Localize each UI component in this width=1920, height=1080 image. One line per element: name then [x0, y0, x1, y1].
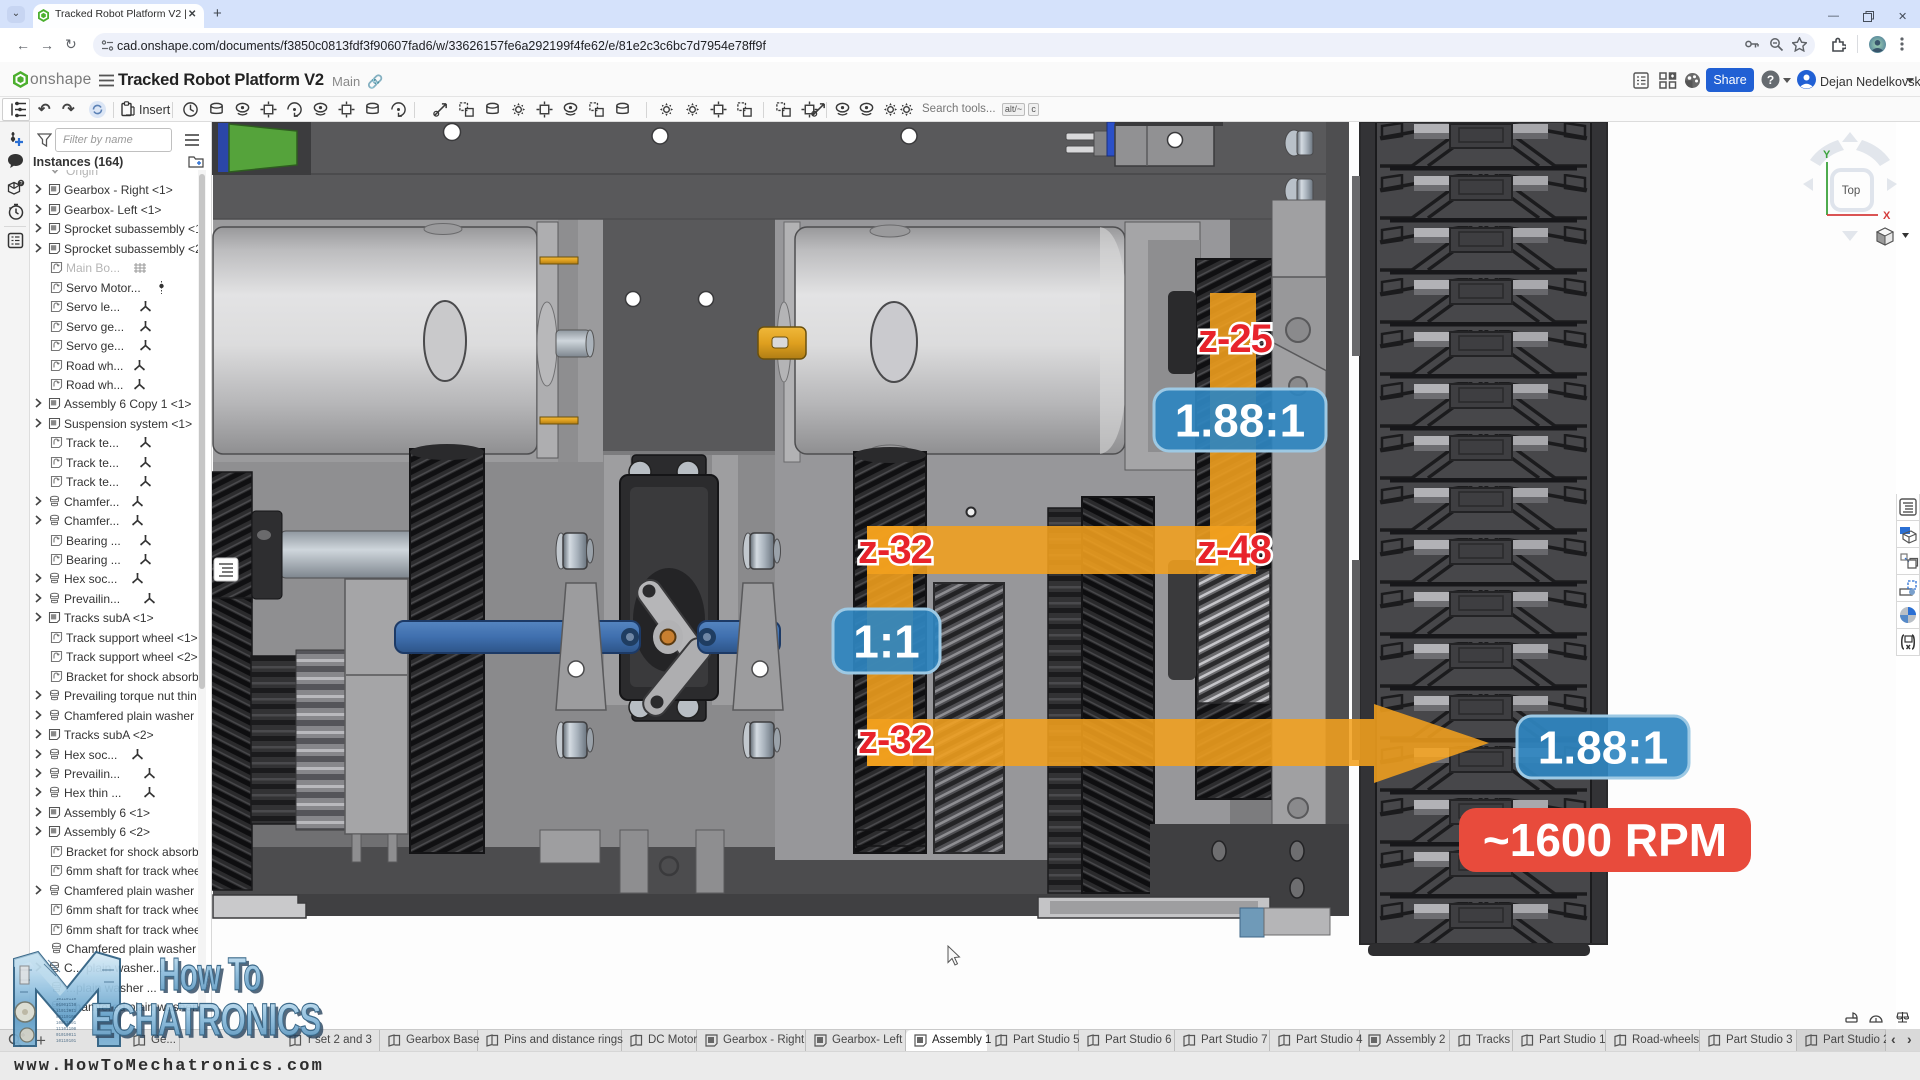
svg-text:Y: Y [1823, 149, 1831, 161]
svg-text:00110100: 00110100 [56, 1016, 77, 1020]
svg-text:?: ? [20, 181, 23, 187]
svg-text:01010011: 01010011 [56, 1034, 77, 1038]
svg-text:~1600 RPM: ~1600 RPM [1483, 814, 1727, 866]
svg-text:z-32: z-32 [858, 718, 932, 762]
svg-text:10110110: 10110110 [56, 998, 77, 1002]
svg-text:Top: Top [1842, 185, 1861, 197]
svg-text:z-32: z-32 [858, 528, 932, 572]
svg-text:11101100: 11101100 [56, 1028, 77, 1032]
svg-text:10011001: 10011001 [56, 1022, 77, 1026]
svg-text:z-48: z-48 [1197, 528, 1272, 572]
svg-text:How To: How To [159, 950, 262, 1001]
svg-text:X: X [1883, 210, 1891, 222]
svg-text:10110101: 10110101 [56, 1040, 77, 1044]
svg-text:z-25: z-25 [1198, 317, 1273, 361]
svg-text:01001110: 01001110 [56, 1004, 77, 1008]
svg-text:?: ? [1767, 73, 1774, 87]
svg-text:1.88:1: 1.88:1 [1538, 722, 1668, 774]
svg-text:1.88:1: 1.88:1 [1175, 395, 1305, 447]
svg-text:11011011: 11011011 [56, 1010, 77, 1014]
svg-text:1:1: 1:1 [853, 616, 919, 668]
svg-text:ECHATRONICS: ECHATRONICS [91, 995, 321, 1045]
